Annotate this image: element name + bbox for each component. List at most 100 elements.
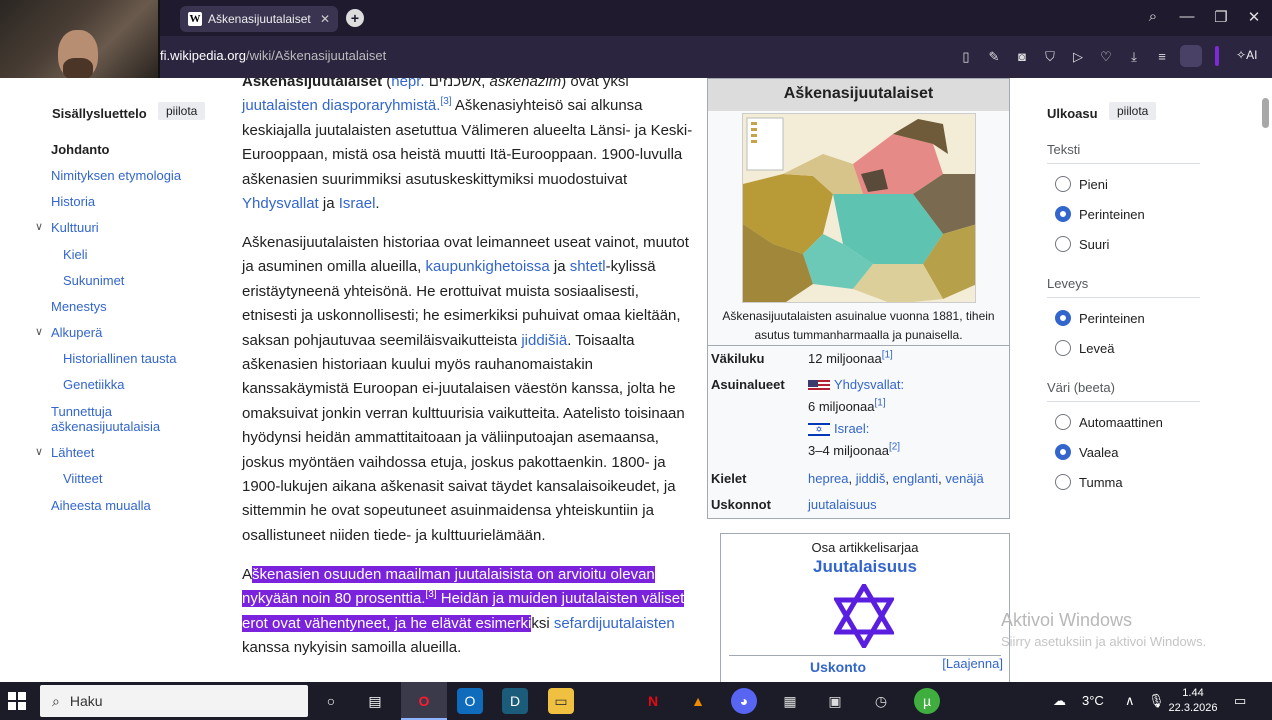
toc-item-kulttuuri[interactable]: Kulttuuri <box>51 220 201 235</box>
settlement-map-image[interactable] <box>742 113 976 303</box>
netflix-icon[interactable]: N <box>640 688 666 714</box>
clock-app-icon[interactable]: ◷ <box>868 688 894 714</box>
ref-2[interactable]: [2] <box>889 442 900 453</box>
temperature-label[interactable]: 3°C <box>1082 693 1104 708</box>
toc-hide-button[interactable]: piilota <box>158 102 206 120</box>
radio-button[interactable] <box>1055 236 1071 252</box>
chevron-down-icon[interactable]: ∨ <box>35 445 43 458</box>
toc-item-johdanto[interactable]: Johdanto <box>51 142 201 157</box>
page-scrollbar[interactable] <box>1262 80 1270 680</box>
radio-text-standard[interactable]: Perinteinen <box>1055 206 1145 222</box>
toc-item-sukunimet[interactable]: Sukunimet <box>63 273 213 288</box>
link-englanti[interactable]: englanti <box>893 471 939 486</box>
chevron-down-icon[interactable]: ∨ <box>35 325 43 338</box>
toc-item-etymologia[interactable]: Nimityksen etymologia <box>51 168 201 183</box>
reader-mode-icon[interactable]: ▯ <box>957 48 975 66</box>
chevron-down-icon[interactable]: ∨ <box>35 220 43 233</box>
file-explorer-icon[interactable]: ▭ <box>548 688 574 714</box>
edit-icon[interactable]: ✎ <box>985 48 1003 66</box>
taskbar-search[interactable]: ⌕ Haku <box>40 685 308 717</box>
toc-item-menestys[interactable]: Menestys <box>51 299 201 314</box>
series-section-uskonto[interactable]: Uskonto <box>721 659 955 675</box>
radio-text-large[interactable]: Suuri <box>1055 236 1109 252</box>
radio-button-selected[interactable] <box>1055 206 1071 222</box>
radio-width-standard[interactable]: Perinteinen <box>1055 310 1145 326</box>
toc-item-viitteet[interactable]: Viitteet <box>63 471 213 486</box>
series-expand-link[interactable]: [Laajenna] <box>942 656 1003 671</box>
radio-button[interactable] <box>1055 414 1071 430</box>
url-field[interactable]: fi.wikipedia.org/wiki/Aškenasijuutalaise… <box>160 48 386 63</box>
toc-item-kieli[interactable]: Kieli <box>63 247 213 262</box>
ref-3[interactable]: [3] <box>425 589 436 600</box>
link-region-israel[interactable]: Israel: <box>834 421 869 436</box>
microphone-icon[interactable]: 🎙︎ <box>1148 693 1165 709</box>
vlc-icon[interactable]: ▲ <box>685 688 711 714</box>
ref-3[interactable]: [3] <box>440 96 451 107</box>
minimize-button[interactable]: — <box>1177 8 1197 25</box>
link-jiddis[interactable]: jiddiš <box>856 471 886 486</box>
maximize-button[interactable]: ❐ <box>1211 8 1231 26</box>
link-yhdysvallat[interactable]: Yhdysvallat <box>242 195 319 212</box>
windows-start-icon[interactable] <box>8 692 26 710</box>
toc-item-aiheesta-muualla[interactable]: Aiheesta muualla <box>51 498 201 513</box>
ref-1[interactable]: [1] <box>882 350 893 361</box>
new-tab-button[interactable]: + <box>346 9 364 27</box>
radio-button[interactable] <box>1055 340 1071 356</box>
radio-button-selected[interactable] <box>1055 310 1071 326</box>
radio-color-auto[interactable]: Automaattinen <box>1055 414 1163 430</box>
toc-item-tunnettuja[interactable]: Tunnettuja aškenasijuutalaisia <box>51 404 201 434</box>
disney-plus-icon[interactable]: D <box>502 688 528 714</box>
search-icon[interactable]: ⌕ <box>1143 8 1163 25</box>
radio-button-selected[interactable] <box>1055 444 1071 460</box>
radio-text-small[interactable]: Pieni <box>1055 176 1108 192</box>
toc-item-lahteet[interactable]: Lähteet <box>51 445 201 460</box>
close-window-button[interactable]: ✕ <box>1244 8 1264 26</box>
heart-icon[interactable]: ♡ <box>1097 48 1115 66</box>
computer-icon[interactable]: ▣ <box>822 688 848 714</box>
outlook-icon[interactable]: O <box>457 688 483 714</box>
link-juutalaisuus[interactable]: juutalaisuus <box>808 497 877 512</box>
toc-item-genetiikka[interactable]: Genetiikka <box>63 377 213 392</box>
radio-button[interactable] <box>1055 474 1071 490</box>
camera-icon[interactable]: ◙ <box>1013 48 1031 66</box>
link-venaja[interactable]: venäjä <box>945 471 983 486</box>
discord-icon[interactable]: ◕ <box>731 688 757 714</box>
ref-1[interactable]: [1] <box>875 398 886 409</box>
link-shtetl[interactable]: shtetl <box>570 258 606 275</box>
download-icon[interactable]: ⤓ <box>1125 48 1143 66</box>
cortana-icon[interactable]: ○ <box>318 688 344 714</box>
appearance-hide-button[interactable]: piilota <box>1109 102 1157 120</box>
scrollbar-thumb[interactable] <box>1262 98 1269 128</box>
link-sefardijuutalaisten[interactable]: sefardijuutalaisten <box>554 615 675 632</box>
utorrent-icon[interactable]: µ <box>914 688 940 714</box>
profile-button[interactable] <box>1180 45 1202 67</box>
taskbar-clock[interactable]: 1.44 22.3.2026 <box>1168 686 1218 716</box>
link-heprea[interactable]: heprea <box>808 471 848 486</box>
task-view-icon[interactable]: ▤ <box>362 688 388 714</box>
radio-color-dark[interactable]: Tumma <box>1055 474 1123 490</box>
link-hepr[interactable]: hepr. <box>391 78 424 90</box>
toc-item-historiallinen-tausta[interactable]: Historiallinen tausta <box>63 351 213 366</box>
link-region-yhdysvallat[interactable]: Yhdysvallat: <box>834 377 904 392</box>
link-jiddisia[interactable]: jiddišiä <box>521 332 567 349</box>
radio-button[interactable] <box>1055 176 1071 192</box>
toc-item-historia[interactable]: Historia <box>51 194 201 209</box>
radio-width-wide[interactable]: Leveä <box>1055 340 1114 356</box>
link-israel[interactable]: Israel <box>339 195 376 212</box>
menu-icon[interactable]: ≡ <box>1153 48 1171 66</box>
link-kaupunkighetoissa[interactable]: kaupunkighetoissa <box>425 258 549 275</box>
weather-icon[interactable]: ☁ <box>1053 693 1066 709</box>
tray-expand-icon[interactable]: ∧ <box>1125 693 1135 709</box>
active-tab[interactable]: W Aškenasijuutalaiset – Wiki ✕ <box>180 6 338 32</box>
series-title[interactable]: Juutalaisuus <box>721 557 1009 577</box>
ai-button[interactable]: ✧AI <box>1236 48 1257 62</box>
shield-icon[interactable]: ⛉ <box>1041 48 1059 66</box>
link-diasporaryhmista[interactable]: juutalaisten diasporaryhmistä. <box>242 97 440 114</box>
opera-icon[interactable]: O <box>411 688 437 714</box>
radio-color-light[interactable]: Vaalea <box>1055 444 1119 460</box>
play-icon[interactable]: ▷ <box>1069 48 1087 66</box>
toc-item-alkupera[interactable]: Alkuperä <box>51 325 201 340</box>
tab-close-icon[interactable]: ✕ <box>320 12 330 26</box>
store-icon[interactable]: ▦ <box>777 688 803 714</box>
notification-icon[interactable]: ▭ <box>1234 693 1246 709</box>
